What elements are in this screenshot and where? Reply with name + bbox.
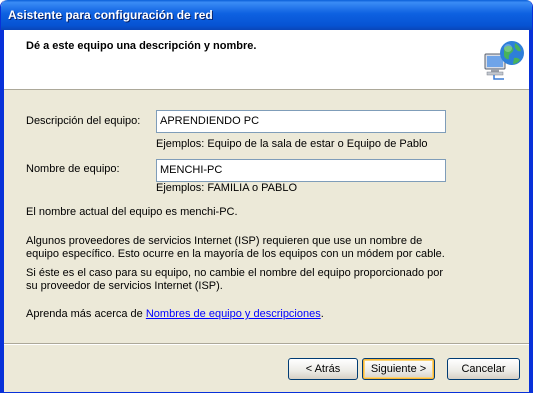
window-right-border [529,30,532,392]
description-field[interactable]: APRENDIENDO PC [156,110,446,133]
window-title: Asistente para configuración de red [8,8,213,22]
computer-name-hint: Ejemplos: FAMILIA o PABLO [156,182,298,194]
isp-advice-text: Si éste es el caso para su equipo, no ca… [26,267,444,292]
wizard-header: Dé a este equipo una descripción y nombr… [4,30,529,90]
footer-divider [4,343,529,345]
page-heading: Dé a este equipo una descripción y nombr… [26,40,257,52]
learn-more-suffix: . [320,308,324,320]
cancel-button[interactable]: Cancelar [447,358,520,380]
wizard-window: Asistente para configuración de red Dé a… [0,0,533,393]
back-button[interactable]: < Atrás [288,358,358,380]
isp-note-text: Algunos proveedores de servicios Interne… [26,235,445,260]
current-name-text: El nombre actual del equipo es menchi-PC… [26,206,238,218]
network-globe-icon [484,41,524,80]
description-label: Descripción del equipo: [26,115,141,127]
computer-names-link[interactable]: Nombres de equipo y descripciones [146,308,321,320]
description-hint: Ejemplos: Equipo de la sala de estar o E… [156,138,428,150]
learn-more-line: Aprenda más acerca de Nombres de equipo … [26,308,446,321]
learn-more-prefix: Aprenda más acerca de [26,308,146,320]
next-button[interactable]: Siguiente > [362,358,435,380]
computer-name-field[interactable]: MENCHI-PC [156,159,446,182]
title-bar[interactable]: Asistente para configuración de red [1,0,532,30]
computer-name-label: Nombre de equipo: [26,163,120,175]
